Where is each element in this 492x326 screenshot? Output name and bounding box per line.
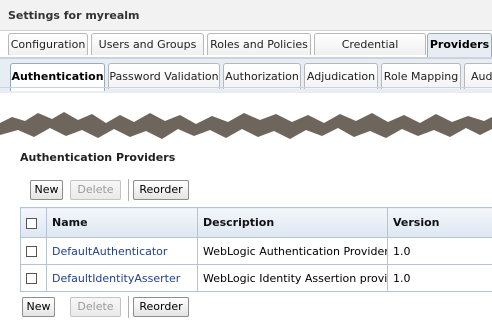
table-row: DefaultAuthenticator WebLogic Authentica… bbox=[20, 237, 492, 265]
provider-name-cell: DefaultAuthenticator bbox=[46, 237, 198, 265]
row-checkbox[interactable] bbox=[26, 273, 37, 284]
tab-label: Providers bbox=[429, 38, 490, 51]
delete-button-bottom: Delete bbox=[70, 297, 121, 317]
tab-roles-and-policies[interactable]: Roles and Policies bbox=[207, 33, 311, 55]
tab-adjudication[interactable]: Adjudication bbox=[304, 63, 378, 89]
table-header-row: Name Description Version bbox=[20, 207, 492, 238]
provider-name-link[interactable]: DefaultAuthenticator bbox=[52, 245, 167, 258]
tab-authorization[interactable]: Authorization bbox=[223, 63, 301, 89]
page-header: Settings for myrealm bbox=[0, 0, 492, 31]
tab-label: Role Mapping bbox=[383, 70, 459, 83]
torn-edge-graphic bbox=[0, 112, 492, 139]
row-checkbox[interactable] bbox=[26, 246, 37, 257]
provider-version: 1.0 bbox=[387, 237, 492, 265]
delete-button: Delete bbox=[70, 180, 121, 200]
provider-description: WebLogic Authentication Provider bbox=[197, 237, 388, 265]
primary-tab-bar: Configuration Users and Groups Roles and… bbox=[8, 33, 492, 73]
page-title: Settings for myrealm bbox=[8, 9, 140, 22]
tab-label: Users and Groups bbox=[98, 38, 197, 51]
description-column-header[interactable]: Description bbox=[197, 207, 388, 238]
tab-label: Configuration bbox=[10, 38, 86, 51]
provider-description: WebLogic Identity Assertion provider bbox=[197, 264, 388, 292]
reorder-button[interactable]: Reorder bbox=[133, 180, 189, 200]
top-toolbar: New Delete Reorder bbox=[20, 177, 492, 203]
tab-users-and-groups[interactable]: Users and Groups bbox=[91, 33, 204, 55]
new-button[interactable]: New bbox=[30, 180, 63, 200]
toolbar-separator bbox=[128, 179, 129, 201]
tab-label: Roles and Policies bbox=[210, 38, 308, 51]
version-column-header[interactable]: Version bbox=[387, 207, 492, 238]
bottom-toolbar: New Delete Reorder bbox=[20, 294, 492, 320]
tab-label: Authentication bbox=[11, 70, 104, 83]
row-select-cell[interactable] bbox=[20, 264, 47, 292]
provider-version: 1.0 bbox=[387, 264, 492, 292]
tab-credential-mappings[interactable]: Credential Mappings bbox=[314, 33, 426, 73]
tab-label: Password Validation bbox=[109, 70, 219, 83]
provider-name-link[interactable]: DefaultIdentityAsserter bbox=[52, 272, 180, 285]
new-button-bottom[interactable]: New bbox=[22, 297, 55, 317]
select-all-header[interactable] bbox=[20, 207, 47, 238]
secondary-tab-divider bbox=[0, 87, 492, 88]
providers-table: Name Description Version DefaultAuthenti… bbox=[20, 207, 492, 292]
toolbar-separator bbox=[128, 296, 129, 318]
tab-auditing[interactable]: Aud bbox=[464, 63, 492, 89]
name-column-header[interactable]: Name bbox=[46, 207, 198, 238]
tab-label: Aud bbox=[471, 70, 492, 83]
tab-configuration[interactable]: Configuration bbox=[8, 33, 88, 55]
reorder-button-bottom[interactable]: Reorder bbox=[133, 297, 189, 317]
tab-password-validation[interactable]: Password Validation bbox=[108, 63, 220, 89]
settings-page: Settings for myrealm Configuration Users… bbox=[0, 0, 492, 326]
torn-paper-shadow bbox=[0, 112, 492, 139]
tab-label: Adjudication bbox=[306, 70, 376, 83]
provider-name-cell: DefaultIdentityAsserter bbox=[46, 264, 198, 292]
row-select-cell[interactable] bbox=[20, 237, 47, 265]
table-row: DefaultIdentityAsserter WebLogic Identit… bbox=[20, 264, 492, 292]
select-all-checkbox[interactable] bbox=[26, 217, 37, 229]
tab-providers[interactable]: Providers bbox=[427, 33, 492, 57]
section-title: Authentication Providers bbox=[20, 151, 176, 164]
tab-label: Authorization bbox=[225, 70, 299, 83]
tab-role-mapping[interactable]: Role Mapping bbox=[381, 63, 461, 89]
